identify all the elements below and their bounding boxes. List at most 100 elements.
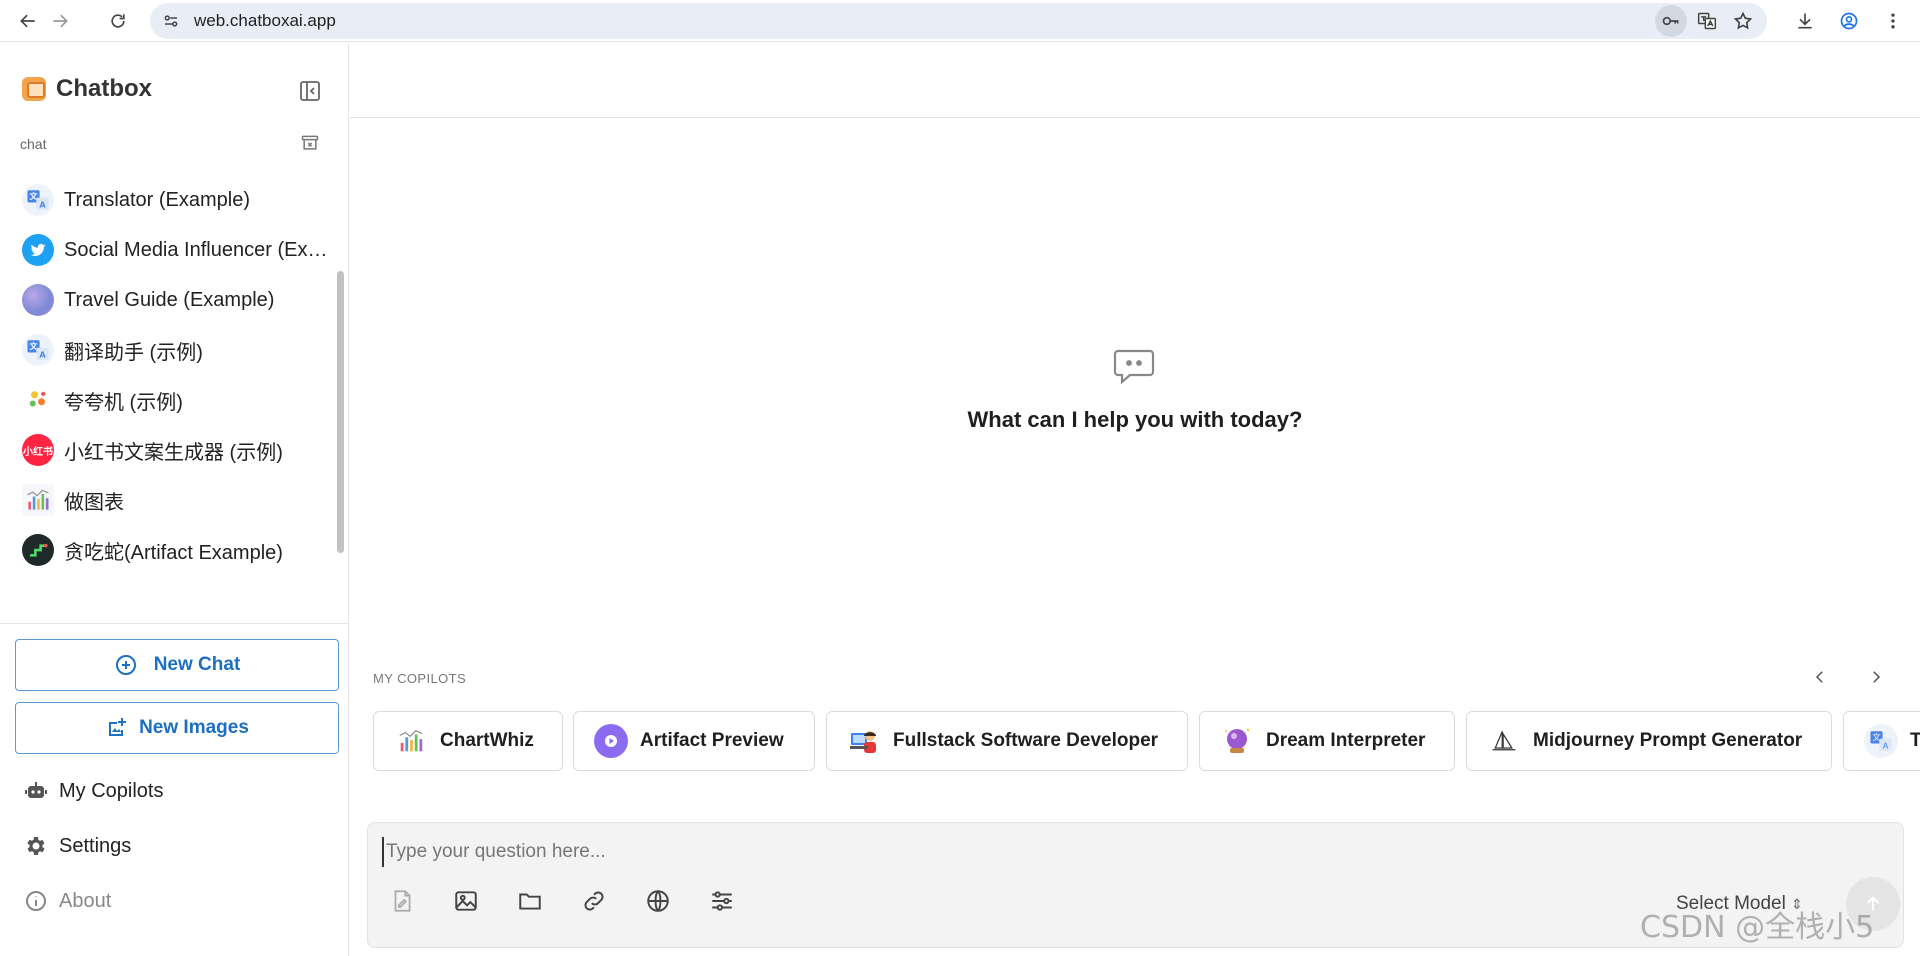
settings-menu-item[interactable]: Settings [24,834,131,858]
new-images-button[interactable]: New Images [15,702,339,754]
copilot-name: ChartWhiz [440,730,534,751]
session-list: 文A Translator (Example) Social Media Inf… [0,163,346,663]
copilot-card[interactable]: ChartWhiz [373,711,563,771]
main-header [350,43,1920,118]
session-item[interactable]: Travel Guide (Example) [0,275,336,325]
gear-icon [27,837,45,855]
sidebar-divider [0,623,348,624]
new-images-label: New Images [139,717,249,738]
session-item[interactable]: 小红书 小红书文案生成器 (示例) [0,425,336,475]
session-label: Translator (Example) [64,188,250,211]
copilot-name: Fullstack Software Developer [893,730,1159,751]
copilot-card[interactable]: 文A T [1843,711,1920,771]
session-item[interactable]: 贪吃蛇(Artifact Example) [0,525,336,575]
translate-page-icon[interactable] [1691,5,1723,37]
globe-icon [22,284,54,316]
main-area: What can I help you with today? MY COPIL… [350,43,1920,956]
add-circle-icon [115,655,136,675]
download-icon[interactable] [1788,4,1822,38]
sidebar-scrollbar[interactable] [337,271,344,553]
chat-settings-icon[interactable] [708,887,736,915]
info-icon [26,891,46,911]
session-label: Social Media Influencer (Example) [64,238,329,261]
copilot-card[interactable]: Dream Interpreter [1199,711,1455,771]
app-name: Chatbox [56,75,152,102]
brand: Chatbox [22,75,152,103]
web-search-icon[interactable] [644,887,672,915]
session-item[interactable]: Social Media Influencer (Example) [0,225,336,275]
developer-icon [847,724,881,758]
attach-folder-icon[interactable] [516,887,544,915]
copilot-name: Dream Interpreter [1266,730,1426,751]
section-label: chat [20,136,47,152]
snake-game-icon [22,534,54,566]
sailboat-icon [1487,724,1521,758]
chat-bubble-icon [1112,343,1156,387]
session-label: 夸夸机 (示例) [64,391,183,414]
new-chat-label: New Chat [153,654,241,675]
sidebar: Chatbox chat 文A Translator (Example) Soc… [0,43,349,956]
svg-text:文: 文 [1872,732,1880,742]
settings-label: Settings [59,834,132,857]
add-image-icon [109,718,127,736]
attach-document-icon[interactable] [388,887,416,915]
session-label: Travel Guide (Example) [64,288,275,311]
site-settings-icon[interactable] [156,6,186,36]
my-copilots-menu-item[interactable]: My Copilots [24,779,163,803]
attach-image-icon[interactable] [452,887,480,915]
reload-icon[interactable] [100,3,136,39]
svg-text:A: A [1883,740,1889,750]
message-input[interactable] [382,837,1882,867]
session-label: 小红书文案生成器 (示例) [64,441,283,464]
empty-state-title: What can I help you with today? [967,407,1303,432]
session-item[interactable]: 文A Translator (Example) [0,175,336,225]
svg-text:A: A [39,349,46,359]
carousel-prev-icon[interactable] [1806,663,1834,691]
copilot-name: T [1910,730,1920,751]
session-label: 翻译助手 (示例) [64,341,203,364]
address-bar[interactable]: web.chatboxai.app [150,3,1767,39]
svg-text:A: A [39,199,46,209]
attach-link-icon[interactable] [580,887,608,915]
copilot-name: Midjourney Prompt Generator [1533,730,1803,751]
copilot-card[interactable]: Midjourney Prompt Generator [1466,711,1832,771]
copilot-card[interactable]: Fullstack Software Developer [826,711,1188,771]
xiaohongshu-icon: 小红书 [22,434,54,466]
copilot-name: Artifact Preview [640,730,784,751]
forward-icon[interactable] [42,3,78,39]
session-item[interactable]: 文A 翻译助手 (示例) [0,325,336,375]
browser-toolbar: web.chatboxai.app [0,0,1920,42]
translate-icon: 文A [22,334,54,366]
bookmark-star-icon[interactable] [1727,5,1759,37]
chart-icon [22,484,54,516]
session-item[interactable]: 做图表 [0,475,336,525]
new-chat-button[interactable]: New Chat [15,639,339,691]
carousel-next-icon[interactable] [1862,663,1890,691]
session-item[interactable]: 夸夸机 (示例) [0,375,336,425]
archive-icon[interactable] [300,133,322,155]
profile-icon[interactable] [1832,4,1866,38]
crystal-ball-icon [1220,724,1254,758]
copilot-carousel: ChartWhiz Artifact Preview Fullstack Sof… [373,711,1920,771]
chart-icon [394,724,428,758]
copilot-card[interactable]: Artifact Preview [573,711,815,771]
url-text[interactable]: web.chatboxai.app [194,11,336,31]
session-label: 做图表 [64,491,124,514]
xiaohongshu-logo-text: 小红书 [23,446,53,458]
browser-menu-icon[interactable] [1876,4,1910,38]
about-menu-item[interactable]: About [24,889,111,913]
translate-icon: 文A [1864,724,1898,758]
flower-icon [22,384,54,416]
back-icon[interactable] [10,3,46,39]
composer-toolbar [388,887,736,915]
collapse-sidebar-icon[interactable] [298,79,322,103]
session-label: 贪吃蛇(Artifact Example) [64,541,283,564]
password-key-icon[interactable] [1655,5,1687,37]
watermark: CSDN @全栈小5 [1640,910,1875,945]
play-icon [594,724,628,758]
chatbox-logo-icon [22,77,46,101]
copilots-section-label: MY COPILOTS [373,671,467,686]
my-copilots-label: My Copilots [59,779,164,802]
robot-icon [25,782,47,798]
twitter-icon [22,234,54,266]
